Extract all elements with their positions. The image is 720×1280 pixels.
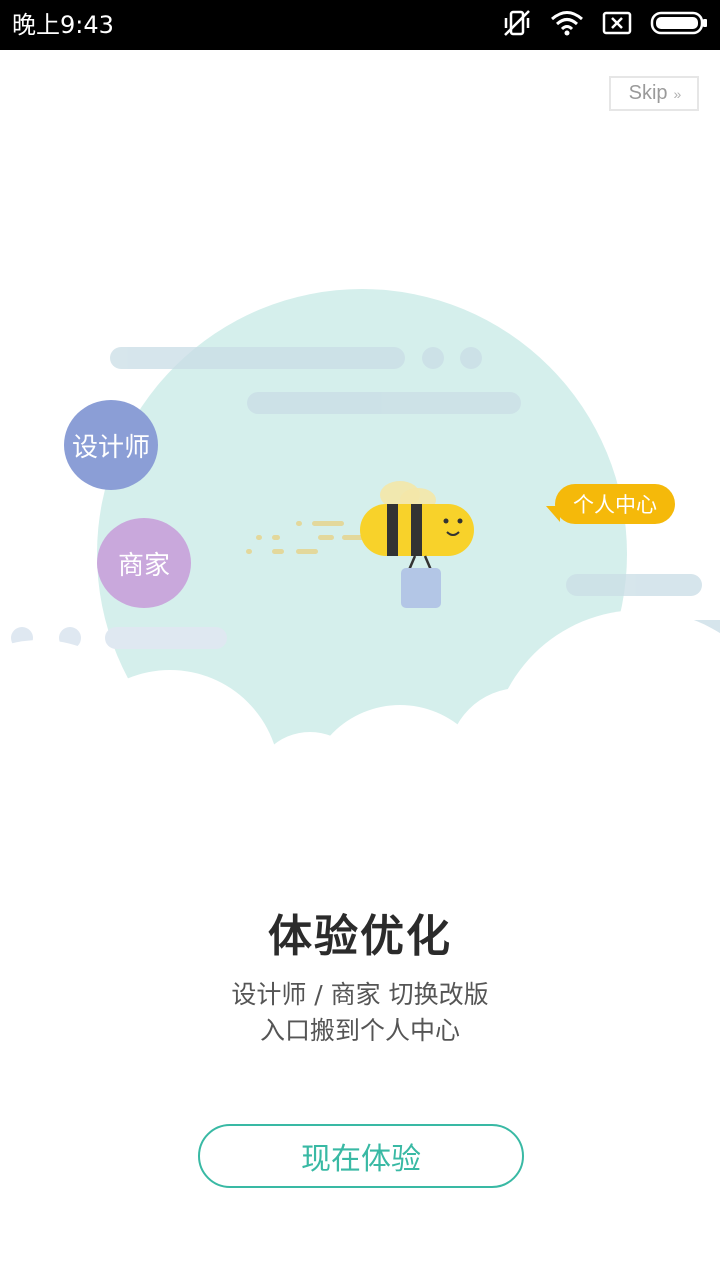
vibrate-off-icon: [502, 9, 532, 41]
sim-off-icon: [602, 11, 632, 39]
wifi-icon: [550, 10, 584, 40]
try-now-button[interactable]: 现在体验: [198, 1124, 524, 1188]
status-icons: [502, 9, 708, 41]
skip-label: Skip: [628, 82, 668, 104]
description-line-2: 入口搬到个人中心: [259, 1016, 460, 1045]
merchant-bubble: 商家: [97, 518, 191, 608]
status-time: 晚上9:43: [12, 11, 114, 39]
illustration: [0, 289, 720, 780]
page-title: 体验优化: [268, 911, 452, 962]
double-chevron-right-icon: »: [673, 85, 682, 102]
description-line-1: 设计师 / 商家 切换改版: [231, 980, 489, 1009]
designer-bubble: 设计师: [64, 400, 158, 490]
skip-button[interactable]: Skip »: [609, 76, 699, 111]
battery-icon: [650, 11, 708, 39]
status-bar: 晚上9:43: [0, 0, 720, 50]
personal-center-tag: 个人中心: [555, 484, 675, 524]
